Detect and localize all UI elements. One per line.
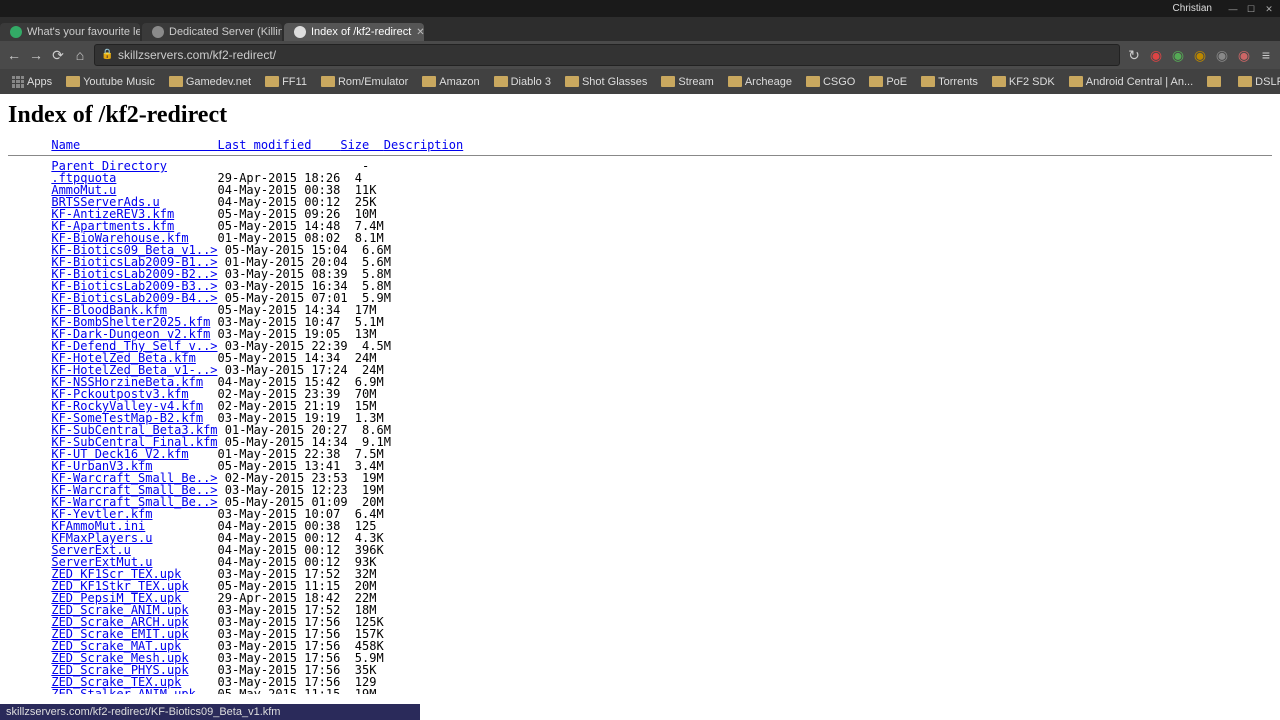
file-link[interactable]: ZED_Stalker_ANIM.upk bbox=[51, 687, 196, 694]
bookmark-label: Torrents bbox=[938, 76, 978, 88]
folder-icon bbox=[565, 76, 579, 87]
bookmark-item[interactable]: Apps bbox=[6, 74, 58, 90]
folder-icon bbox=[422, 76, 436, 87]
bookmark-label: Archeage bbox=[745, 76, 792, 88]
bookmark-item[interactable]: Youtube Music bbox=[60, 74, 161, 90]
status-bar: skillzservers.com/kf2-redirect/KF-Biotic… bbox=[0, 704, 420, 720]
folder-icon bbox=[1207, 76, 1221, 87]
back-button[interactable]: ← bbox=[6, 47, 22, 63]
folder-icon bbox=[265, 76, 279, 87]
maximize-button[interactable]: ☐ bbox=[1244, 3, 1258, 15]
bookmark-label: PoE bbox=[886, 76, 907, 88]
bookmark-item[interactable]: Shot Glasses bbox=[559, 74, 653, 90]
folder-icon bbox=[169, 76, 183, 87]
minimize-button[interactable]: — bbox=[1226, 3, 1240, 15]
col-name[interactable]: Name bbox=[51, 138, 217, 152]
bookmark-item[interactable]: FF11 bbox=[259, 74, 313, 90]
bookmark-item[interactable]: Diablo 3 bbox=[488, 74, 557, 90]
bookmark-item[interactable] bbox=[1201, 74, 1230, 89]
folder-icon bbox=[992, 76, 1006, 87]
tab-title: Dedicated Server (Killing… bbox=[169, 26, 282, 38]
bookmark-item[interactable]: Rom/Emulator bbox=[315, 74, 414, 90]
apps-icon bbox=[12, 76, 24, 88]
reload-button[interactable]: ⟳ bbox=[50, 47, 66, 64]
browser-tab[interactable]: Dedicated Server (Killing…✕ bbox=[142, 23, 282, 41]
window-user: Christian bbox=[1173, 3, 1218, 14]
bookmark-item[interactable]: Amazon bbox=[416, 74, 485, 90]
folder-icon bbox=[661, 76, 675, 87]
menu-button[interactable]: ≡ bbox=[1258, 47, 1274, 63]
ext2-icon[interactable]: ◉ bbox=[1170, 47, 1186, 64]
bookmark-label: DSLReports Home : ... bbox=[1255, 76, 1280, 88]
bookmark-item[interactable]: Android Central | An... bbox=[1063, 74, 1199, 90]
bookmark-item[interactable]: CSGO bbox=[800, 74, 861, 90]
bookmark-label: Gamedev.net bbox=[186, 76, 251, 88]
tab-title: What's your favourite lev… bbox=[27, 26, 140, 38]
nav-bar: ← → ⟳ ⌂ 🔒 skillzservers.com/kf2-redirect… bbox=[0, 41, 1280, 69]
address-bar[interactable]: 🔒 skillzservers.com/kf2-redirect/ bbox=[94, 44, 1120, 66]
ext3-icon[interactable]: ◉ bbox=[1192, 47, 1208, 64]
bookmark-label: Youtube Music bbox=[83, 76, 155, 88]
bookmark-label: FF11 bbox=[282, 76, 307, 88]
favicon-icon bbox=[10, 26, 22, 38]
bookmark-item[interactable]: PoE bbox=[863, 74, 913, 90]
reload-alt-button[interactable]: ↻ bbox=[1126, 47, 1142, 64]
folder-icon bbox=[1238, 76, 1252, 87]
bookmark-item[interactable]: Gamedev.net bbox=[163, 74, 257, 90]
directory-listing: Name Last modified Size Description Pare… bbox=[8, 139, 1272, 694]
folder-icon bbox=[494, 76, 508, 87]
folder-icon bbox=[66, 76, 80, 87]
forward-button[interactable]: → bbox=[28, 47, 44, 63]
page-content: Index of /kf2-redirect Name Last modifie… bbox=[0, 94, 1280, 694]
tab-bar: What's your favourite lev…✕Dedicated Ser… bbox=[0, 17, 1280, 41]
bookmark-label: Stream bbox=[678, 76, 713, 88]
bookmark-item[interactable]: Stream bbox=[655, 74, 719, 90]
folder-icon bbox=[321, 76, 335, 87]
tab-title: Index of /kf2-redirect bbox=[311, 26, 411, 38]
folder-icon bbox=[1069, 76, 1083, 87]
bookmark-label: Amazon bbox=[439, 76, 479, 88]
bookmarks-bar: Apps Youtube Music Gamedev.net FF11 Rom/Emul… bbox=[0, 69, 1280, 94]
bookmark-label: Rom/Emulator bbox=[338, 76, 408, 88]
close-tab-button[interactable]: ✕ bbox=[416, 27, 424, 38]
address-text: skillzservers.com/kf2-redirect/ bbox=[118, 48, 1113, 62]
bookmark-label: CSGO bbox=[823, 76, 855, 88]
bookmark-label: KF2 SDK bbox=[1009, 76, 1055, 88]
col-modified[interactable]: Last modified bbox=[218, 138, 341, 152]
home-button[interactable]: ⌂ bbox=[72, 47, 88, 63]
bookmark-label: Shot Glasses bbox=[582, 76, 647, 88]
bookmark-label: Android Central | An... bbox=[1086, 76, 1193, 88]
browser-tab[interactable]: Index of /kf2-redirect ✕ bbox=[284, 23, 424, 41]
col-size[interactable]: Size bbox=[340, 138, 383, 152]
folder-icon bbox=[869, 76, 883, 87]
folder-icon bbox=[921, 76, 935, 87]
bookmark-item[interactable]: Archeage bbox=[722, 74, 798, 90]
favicon-icon bbox=[294, 26, 306, 38]
bookmark-item[interactable]: Torrents bbox=[915, 74, 984, 90]
ext5-icon[interactable]: ◉ bbox=[1236, 47, 1252, 64]
ext4-icon[interactable]: ◉ bbox=[1214, 47, 1230, 64]
close-window-button[interactable]: ✕ bbox=[1262, 3, 1276, 15]
bookmark-label: Diablo 3 bbox=[511, 76, 551, 88]
title-bar: Christian — ☐ ✕ bbox=[0, 0, 1280, 17]
bookmark-label: Apps bbox=[27, 76, 52, 88]
site-info-icon[interactable]: 🔒 bbox=[101, 49, 113, 61]
page-title: Index of /kf2-redirect bbox=[8, 102, 1272, 129]
browser-tab[interactable]: What's your favourite lev…✕ bbox=[0, 23, 140, 41]
col-desc[interactable]: Description bbox=[384, 138, 463, 152]
bookmark-item[interactable]: KF2 SDK bbox=[986, 74, 1061, 90]
bookmark-item[interactable]: DSLReports Home : ... bbox=[1232, 74, 1280, 90]
favicon-icon bbox=[152, 26, 164, 38]
folder-icon bbox=[728, 76, 742, 87]
folder-icon bbox=[806, 76, 820, 87]
ext1-icon[interactable]: ◉ bbox=[1148, 47, 1164, 64]
